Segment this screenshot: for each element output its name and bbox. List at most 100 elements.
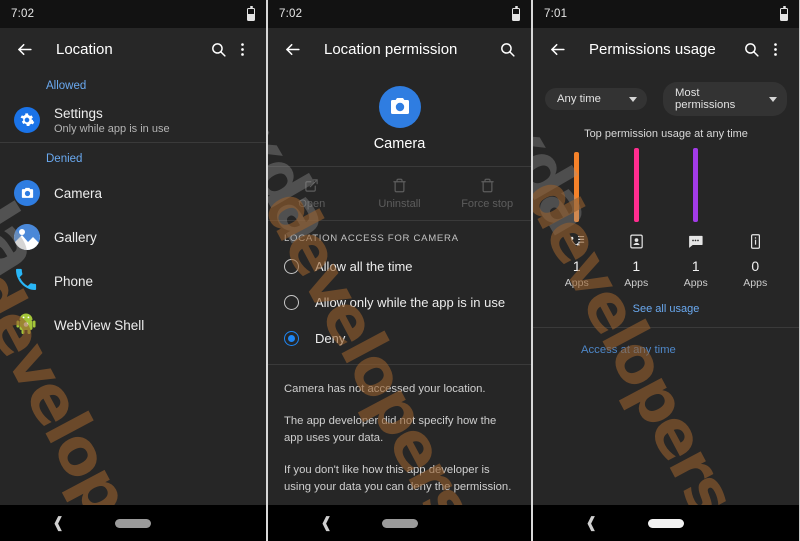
nav-home-pill[interactable] (381, 518, 418, 528)
nav-bar: ❰ (268, 505, 531, 541)
nav-bar: ❰ (533, 505, 799, 541)
chart-title: Top permission usage at any time (584, 128, 748, 140)
count-value: 1 (691, 258, 700, 274)
nav-back-icon[interactable]: ❰ (52, 516, 65, 531)
camera-app-icon (378, 86, 421, 128)
search-icon[interactable] (495, 37, 519, 61)
sort-filter-label: Most permissions (675, 87, 736, 111)
force-stop-button[interactable]: Force stop (443, 167, 531, 220)
bar-call-log (574, 152, 580, 222)
uninstall-button[interactable]: Uninstall (356, 167, 444, 220)
screenshot-root: 7:02 Location Allowed Settings Only whil… (0, 0, 800, 541)
radio-label: Allow all the time (315, 258, 413, 274)
bar-sms (693, 148, 699, 222)
chevron-down-icon (629, 96, 637, 102)
force-stop-label: Force stop (461, 198, 514, 210)
contacts-icon[interactable] (607, 230, 667, 252)
search-icon[interactable] (206, 37, 230, 61)
count-unit: Apps (624, 277, 649, 289)
permissions-usage-body: Any time Most permissions Top permission… (533, 70, 799, 505)
group-header: LOCATION ACCESS FOR CAMERA (284, 233, 459, 244)
count-cell-phone: 0 Apps (726, 258, 786, 289)
nav-bar: ❰ (0, 505, 266, 541)
phone-info-icon[interactable] (726, 230, 786, 252)
app-bar: Permissions usage (533, 28, 799, 70)
status-clock: 7:01 (544, 8, 568, 20)
radio-deny[interactable]: Deny (268, 320, 531, 356)
phone-app-icon (14, 268, 40, 294)
app-name: Camera (373, 136, 426, 152)
radio-button[interactable] (284, 294, 299, 310)
gallery-app-icon (14, 224, 40, 250)
info-paragraph-deny: If you don't like how this app developer… (284, 464, 512, 493)
arrow-back-icon[interactable] (12, 37, 36, 61)
time-filter-dropdown[interactable]: Any time (545, 88, 647, 110)
list-item-title: Settings (54, 105, 103, 121)
count-cell-sms: 1 Apps (666, 258, 726, 289)
bar-column-contacts (607, 146, 667, 222)
permission-usage-chart: 1 Apps 1 Apps 1 Apps 0 Apps (533, 140, 799, 289)
status-clock: 7:02 (279, 8, 303, 20)
count-value: 0 (751, 258, 760, 274)
call-log-icon[interactable] (547, 230, 607, 252)
open-button[interactable]: Open (268, 167, 356, 220)
radio-allow-while-in-use[interactable]: Allow only while the app is in use (268, 284, 531, 320)
page-title: Location (56, 40, 113, 58)
nav-back-icon[interactable]: ❰ (320, 516, 333, 531)
bar-column-call-log (547, 146, 607, 222)
arrow-back-icon[interactable] (545, 37, 569, 61)
chart-category-icons (547, 230, 785, 252)
battery-icon (512, 5, 520, 21)
see-all-usage-link[interactable]: See all usage (533, 289, 799, 327)
page-title: Location permission (324, 40, 458, 58)
count-value: 1 (632, 258, 641, 274)
arrow-back-icon[interactable] (280, 37, 304, 61)
phone-panel-permissions-usage: 7:01 Permissions usage Any time Most per… (533, 0, 799, 541)
list-item-subtitle: Only while app is in use (54, 122, 170, 135)
info-paragraph-developer: The app developer did not specify how th… (284, 415, 497, 444)
radio-allow-all-the-time[interactable]: Allow all the time (268, 248, 531, 284)
list-item-title: WebView Shell (54, 317, 145, 333)
list-item-title: Camera (54, 185, 103, 201)
list-item[interactable]: WebView Shell (0, 303, 266, 347)
radio-label: Allow only while the app is in use (315, 294, 506, 310)
app-bar: Location permission (268, 28, 531, 70)
time-filter-label: Any time (557, 93, 601, 105)
radio-button-selected[interactable] (284, 330, 299, 346)
view-detailed-permissions-usage-link[interactable]: View detailed permissions usage (268, 495, 531, 505)
count-unit: Apps (743, 277, 768, 289)
phone-panel-location-permission: 7:02 Location permission Camera Open Uni… (266, 0, 533, 541)
page-title: Permissions usage (589, 40, 716, 58)
nav-home-pill[interactable] (115, 518, 151, 528)
app-bar: Location (0, 28, 266, 70)
list-item[interactable]: Gallery (0, 215, 266, 259)
radio-label: Deny (315, 330, 346, 346)
list-item[interactable]: Camera (0, 171, 266, 215)
count-unit: Apps (564, 277, 589, 289)
list-item[interactable]: Phone (0, 259, 266, 303)
webview-shell-icon (14, 312, 40, 338)
sort-filter-dropdown[interactable]: Most permissions (663, 82, 787, 116)
phone-panel-location: 7:02 Location Allowed Settings Only whil… (0, 0, 266, 541)
radio-button[interactable] (284, 258, 299, 274)
more-vert-icon[interactable] (230, 37, 254, 61)
nav-home-pill-bright[interactable] (648, 518, 684, 528)
count-unit: Apps (683, 277, 708, 289)
status-bar: 7:02 (0, 0, 266, 28)
count-cell-call-log: 1 Apps (547, 258, 607, 289)
uninstall-label: Uninstall (378, 198, 421, 210)
nav-back-icon[interactable]: ❰ (585, 516, 598, 531)
more-vert-icon[interactable] (763, 37, 787, 61)
bar-column-sms (666, 146, 726, 222)
access-at-any-time-link[interactable]: Access at any time (533, 328, 799, 356)
open-label: Open (298, 198, 326, 210)
filter-row: Any time Most permissions (533, 70, 799, 116)
camera-app-icon (14, 180, 40, 206)
search-icon[interactable] (739, 37, 763, 61)
sms-icon[interactable] (666, 230, 726, 252)
list-item[interactable]: Settings Only while app is in use (0, 98, 266, 142)
chevron-down-icon (769, 96, 777, 102)
bar-contacts (633, 148, 639, 222)
section-label-denied: Denied (46, 153, 83, 165)
count-cell-contacts: 1 Apps (607, 258, 667, 289)
